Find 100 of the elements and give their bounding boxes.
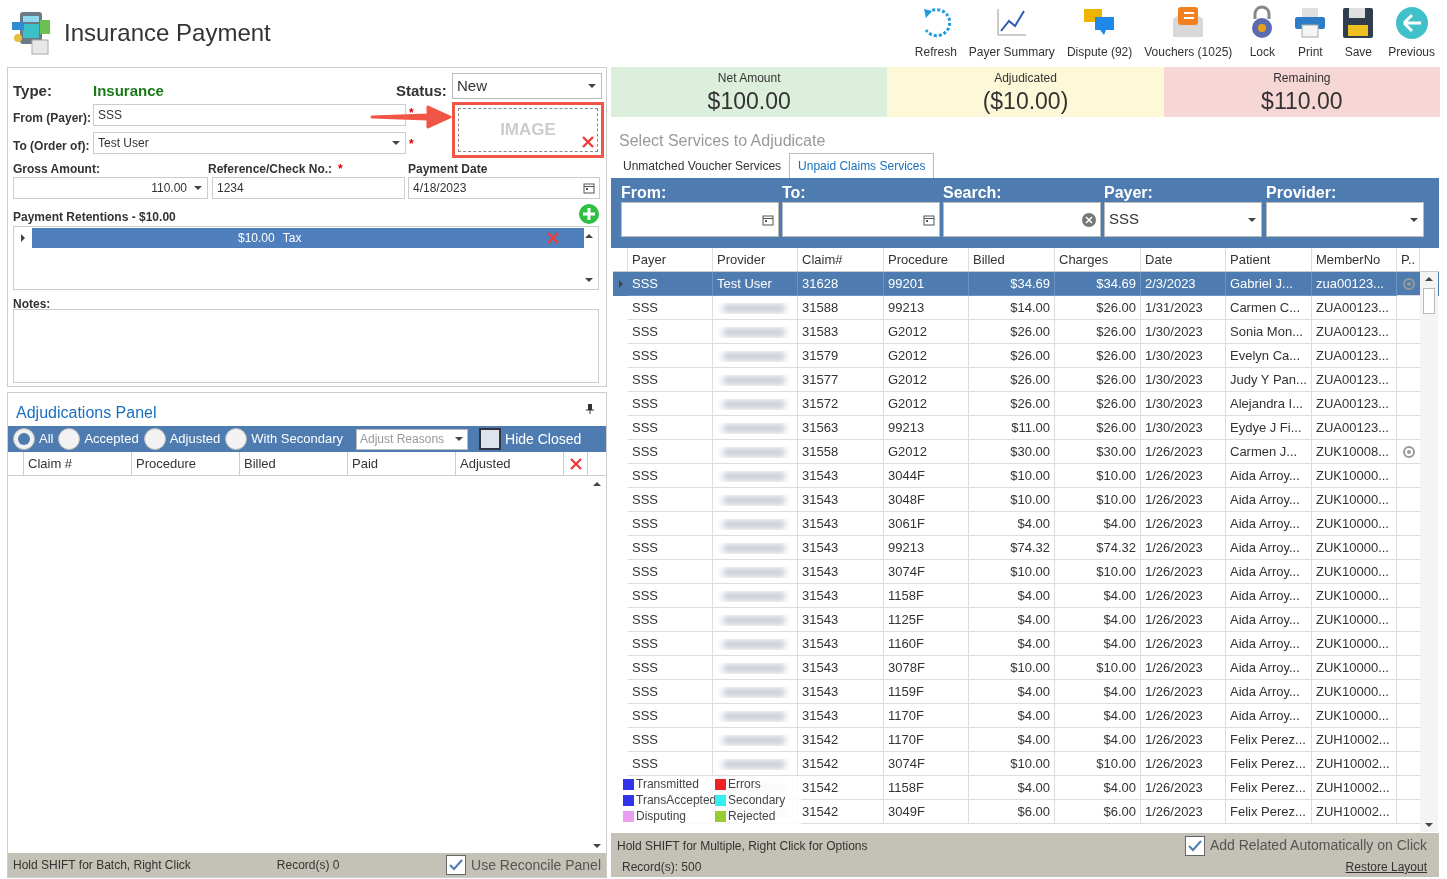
column-header[interactable]: Paid: [348, 452, 456, 475]
table-cell: 1/30/2023: [1141, 392, 1226, 416]
filter-radio[interactable]: With Secondary: [225, 428, 343, 450]
table-row[interactable]: SSS 31543 99213 $74.32 $74.32 1/26/2023 Aida Arroy... ZUK10000...: [613, 536, 1439, 560]
toolbar-button[interactable]: Save: [1334, 5, 1383, 61]
column-header[interactable]: Charges: [1055, 248, 1141, 271]
table-cell: 1/26/2023: [1141, 584, 1226, 608]
status-dropdown[interactable]: New: [452, 73, 602, 99]
table-row[interactable]: SSS 31543 1159F $4.00 $4.00 1/26/2023 Aida Arroy... ZUK10000...: [613, 680, 1439, 704]
record-count: Record(s): 500: [622, 859, 702, 876]
table-row[interactable]: SSS 31572 G2012 $26.00 $26.00 1/30/2023 Alejandra I... ZUA00123...: [613, 392, 1439, 416]
payer-dropdown[interactable]: SSS: [1104, 202, 1262, 237]
table-row[interactable]: SSS 31588 99213 $14.00 $26.00 1/31/2023 Carmen C... ZUA00123...: [613, 296, 1439, 320]
table-cell: 31588: [798, 296, 884, 320]
table-cell: 1/26/2023: [1141, 536, 1226, 560]
filter-label: From:: [621, 183, 667, 203]
notes-field[interactable]: [13, 309, 599, 383]
table-cell: $10.00: [969, 752, 1055, 776]
column-header[interactable]: Claim #: [24, 452, 132, 475]
provider-dropdown[interactable]: [1266, 202, 1424, 237]
tab[interactable]: Unpaid Claims Services: [789, 153, 935, 178]
table-row[interactable]: SSS 31543 3061F $4.00 $4.00 1/26/2023 Aida Arroy... ZUK10000...: [613, 512, 1439, 536]
table-row[interactable]: SSS 31543 3074F $10.00 $10.00 1/26/2023 Aida Arroy... ZUK10000...: [613, 560, 1439, 584]
status-hint: Hold SHIFT for Multiple, Right Click for Options: [617, 838, 868, 855]
toolbar-button[interactable]: Dispute (92): [1060, 5, 1139, 61]
toolbar-button[interactable]: Previous: [1382, 5, 1441, 61]
table-row[interactable]: SSS 31583 G2012 $26.00 $26.00 1/30/2023 Sonia Mon... ZUA00123...: [613, 320, 1439, 344]
payment-date-field[interactable]: 4/18/2023: [408, 177, 600, 199]
table-cell: G2012: [884, 368, 969, 392]
use-reconcile-checkbox[interactable]: Use Reconcile Panel: [446, 854, 601, 876]
toolbar-button[interactable]: Vouchers (1025): [1138, 5, 1239, 61]
section-label: Payment Retentions - $10.00: [13, 209, 176, 226]
caret-icon: [1409, 216, 1419, 223]
table-cell: $10.00: [1055, 488, 1141, 512]
column-header[interactable]: Billed: [240, 452, 348, 475]
column-header[interactable]: Procedure: [884, 248, 969, 271]
column-header[interactable]: Adjusted: [456, 452, 564, 475]
table-cell: 31543: [798, 536, 884, 560]
checkmark-icon: [1187, 839, 1202, 852]
table-cell: $26.00: [969, 392, 1055, 416]
search-field[interactable]: [943, 202, 1101, 237]
toolbar-button[interactable]: Refresh: [908, 5, 963, 61]
table-row[interactable]: SSS 31543 3048F $10.00 $10.00 1/26/2023 Aida Arroy... ZUK10000...: [613, 488, 1439, 512]
table-row[interactable]: SSS 31579 G2012 $26.00 $26.00 1/30/2023 Evelyn Ca... ZUA00123...: [613, 344, 1439, 368]
table-row[interactable]: SSS 31543 1170F $4.00 $4.00 1/26/2023 Aida Arroy... ZUK10000...: [613, 704, 1439, 728]
column-header[interactable]: Claim#: [798, 248, 884, 271]
table-cell: $34.69: [1055, 272, 1141, 296]
hide-closed-checkbox[interactable]: Hide Closed: [479, 428, 582, 450]
from-date-field[interactable]: [621, 202, 779, 237]
table-cell: 1/31/2023: [1141, 296, 1226, 320]
scroll-thumb[interactable]: [1423, 288, 1435, 314]
table-row[interactable]: SSS Test User 31628 99201 $34.69 $34.69 2/3/2023 Gabriel J... zua00123...: [613, 272, 1439, 296]
filter-radio[interactable]: All: [13, 428, 54, 450]
table-row[interactable]: SSS 31558 G2012 $30.00 $30.00 1/26/2023 Carmen J... ZUK10008...: [613, 440, 1439, 464]
table-row[interactable]: SSS 31543 1125F $4.00 $4.00 1/26/2023 Aida Arroy... ZUK10000...: [613, 608, 1439, 632]
payer-field[interactable]: SSS: [93, 104, 406, 126]
table-row[interactable]: SSS 31543 3044F $10.00 $10.00 1/26/2023 Aida Arroy... ZUK10000...: [613, 464, 1439, 488]
restore-layout-link[interactable]: Restore Layout: [1345, 858, 1427, 876]
table-row[interactable]: SSS 31543 1158F $4.00 $4.00 1/26/2023 Aida Arroy... ZUK10000...: [613, 584, 1439, 608]
table-row[interactable]: SSS 31563 99213 $11.00 $26.00 1/30/2023 Eydye J Fi... ZUA00123...: [613, 416, 1439, 440]
column-header[interactable]: Provider: [713, 248, 798, 271]
table-cell: ZUK10000...: [1312, 584, 1397, 608]
filter-radio[interactable]: Adjusted: [143, 428, 221, 450]
column-header[interactable]: Date: [1141, 248, 1226, 271]
toolbar-button[interactable]: Print: [1286, 5, 1335, 61]
table-cell: SSS: [628, 272, 713, 296]
column-header[interactable]: Procedure: [132, 452, 240, 475]
table-row[interactable]: SSS 31577 G2012 $26.00 $26.00 1/30/2023 Judy Y Pan... ZUA00123...: [613, 368, 1439, 392]
filter-radio[interactable]: Accepted: [58, 428, 139, 450]
table-cell: SSS: [628, 632, 713, 656]
gross-amount-field[interactable]: 110.00: [13, 177, 208, 199]
field-label: From (Payer):: [13, 110, 92, 127]
table-cell: SSS: [628, 656, 713, 680]
add-related-checkbox[interactable]: Add Related Automatically on Click: [1184, 835, 1427, 856]
filter-label: To:: [782, 183, 806, 203]
column-header[interactable]: Patient: [1226, 248, 1312, 271]
scrollbar[interactable]: [1420, 272, 1438, 832]
table-cell: Felix Perez...: [1226, 728, 1312, 752]
toolbar-button[interactable]: Payer Summary: [962, 5, 1061, 61]
scroll-down-icon: [584, 277, 594, 283]
table-cell: $10.00: [969, 488, 1055, 512]
column-header[interactable]: Payer: [628, 248, 713, 271]
toolbar-button[interactable]: Lock: [1238, 5, 1287, 61]
filter-label: Payer:: [1104, 183, 1153, 203]
table-cell: $10.00: [969, 560, 1055, 584]
table-row[interactable]: SSS 31543 1160F $4.00 $4.00 1/26/2023 Aida Arroy... ZUK10000...: [613, 632, 1439, 656]
column-header[interactable]: MemberNo: [1312, 248, 1397, 271]
order-of-dropdown[interactable]: Test User: [93, 132, 406, 154]
column-header[interactable]: P..: [1397, 248, 1420, 271]
reference-field[interactable]: 1234: [212, 177, 405, 199]
column-header[interactable]: Billed: [969, 248, 1055, 271]
scroll-up-icon: [1424, 276, 1434, 282]
tab[interactable]: Unmatched Voucher Services: [615, 153, 790, 178]
table-cell: $34.69: [969, 272, 1055, 296]
delete-icon: [546, 231, 560, 245]
table-row[interactable]: SSS 31543 3078F $10.00 $10.00 1/26/2023 Aida Arroy... ZUK10000...: [613, 656, 1439, 680]
retention-row[interactable]: $10.00 Tax: [32, 228, 584, 248]
table-row[interactable]: SSS 31542 1170F $4.00 $4.00 1/26/2023 Felix Perez... ZUH10002...: [613, 728, 1439, 752]
to-date-field[interactable]: [782, 202, 940, 237]
table-cell: Felix Perez...: [1226, 752, 1312, 776]
